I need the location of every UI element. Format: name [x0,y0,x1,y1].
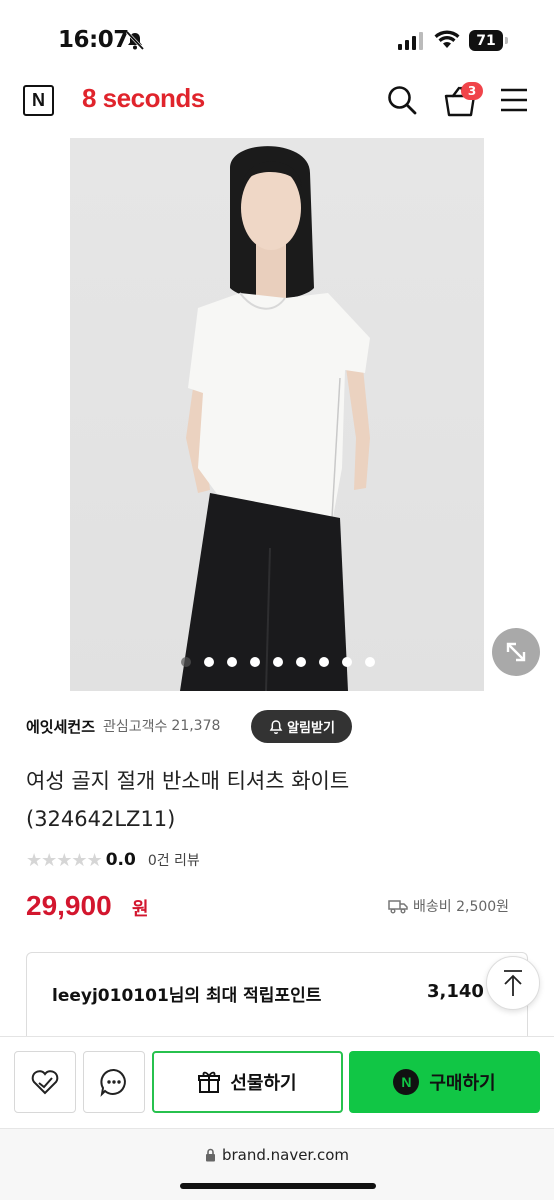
product-title-line: 여성 골지 절개 반소매 티셔츠 화이트 [26,769,350,793]
buy-button[interactable]: N 구매하기 [349,1051,540,1113]
brand-name[interactable]: 에잇세컨즈 [26,716,95,737]
carousel-dot[interactable] [296,657,306,667]
brand-info-row: 에잇세컨즈 관심고객수 21,378 [26,709,220,743]
gift-button[interactable]: 선물하기 [152,1051,343,1113]
naver-pay-icon: N [393,1069,420,1095]
status-bar: 16:07 71 [0,0,554,70]
carousel-dot[interactable] [319,657,329,667]
buy-label: 구매하기 [429,1073,496,1094]
rating-stars-icon: ★★★★★ [26,849,103,871]
expand-image-button[interactable] [492,628,540,676]
url-text: brand.naver.com [221,1146,350,1164]
status-time: 16:07 [58,27,129,53]
rating-row[interactable]: ★★★★★ 0.0 0건 리뷰 [26,848,200,872]
points-value: 3,140 [427,981,484,1002]
battery-cap [505,37,508,44]
followers-label: 관심고객수 [103,719,168,735]
alarm-subscribe-label: 알림받기 [287,721,335,736]
shipping-fee: 배송비 2,500원 [388,896,509,916]
home-indicator [180,1183,376,1189]
carousel-dot[interactable] [227,657,237,667]
chat-bubble-icon [100,1068,126,1097]
product-code: (324642LZ11) [26,807,176,831]
arrow-up-icon [504,970,522,996]
scroll-top-button[interactable] [486,956,540,1010]
wishlist-button[interactable] [14,1051,76,1113]
carousel-dot[interactable] [342,657,352,667]
carousel-dot[interactable] [273,657,283,667]
hamburger-menu-icon[interactable] [500,87,528,113]
product-photo-illustration [180,146,370,691]
product-title: 여성 골지 절개 반소매 티셔츠 화이트 (324642LZ11) [26,762,446,838]
review-count[interactable]: 0건 리뷰 [148,850,200,870]
alarm-subscribe-button[interactable]: 알림받기 [251,710,352,743]
chat-inquiry-button[interactable] [83,1051,145,1113]
rating-score: 0.0 [105,850,136,870]
carousel-indicators [181,657,375,667]
gift-label: 선물하기 [230,1073,297,1094]
carousel-dot[interactable] [204,657,214,667]
shipping-fee-text: 배송비 2,500원 [413,899,510,915]
carousel-dot[interactable] [365,657,375,667]
product-image[interactable] [70,138,484,691]
followers-count: 21,378 [171,718,221,734]
carousel-dot[interactable] [250,657,260,667]
carousel-dot[interactable] [181,657,191,667]
battery-indicator: 71 [469,30,503,51]
search-icon[interactable] [386,84,418,116]
url-display[interactable]: brand.naver.com [0,1146,554,1164]
wifi-icon [434,30,460,48]
purchase-action-bar: 선물하기 N 구매하기 [0,1036,554,1128]
lock-icon [205,1148,215,1162]
price-unit: 원 [132,899,149,920]
browser-url-bar: brand.naver.com [0,1128,554,1200]
naver-logo[interactable]: N [23,85,54,116]
truck-icon [388,900,408,914]
product-price: 29,900 [26,890,112,921]
expand-arrows-icon [506,642,526,662]
cart-count-badge: 3 [461,82,483,100]
heart-check-icon [31,1070,59,1095]
brand-logo[interactable]: 8 seconds [82,83,205,114]
bell-off-icon [125,30,145,51]
gift-icon [198,1071,221,1093]
points-label: leeyj010101님의 최대 적립포인트 [52,986,322,1006]
site-header: N 8 seconds 3 [0,70,554,132]
cellular-signal-icon [398,32,423,50]
bell-plus-icon [269,719,283,734]
